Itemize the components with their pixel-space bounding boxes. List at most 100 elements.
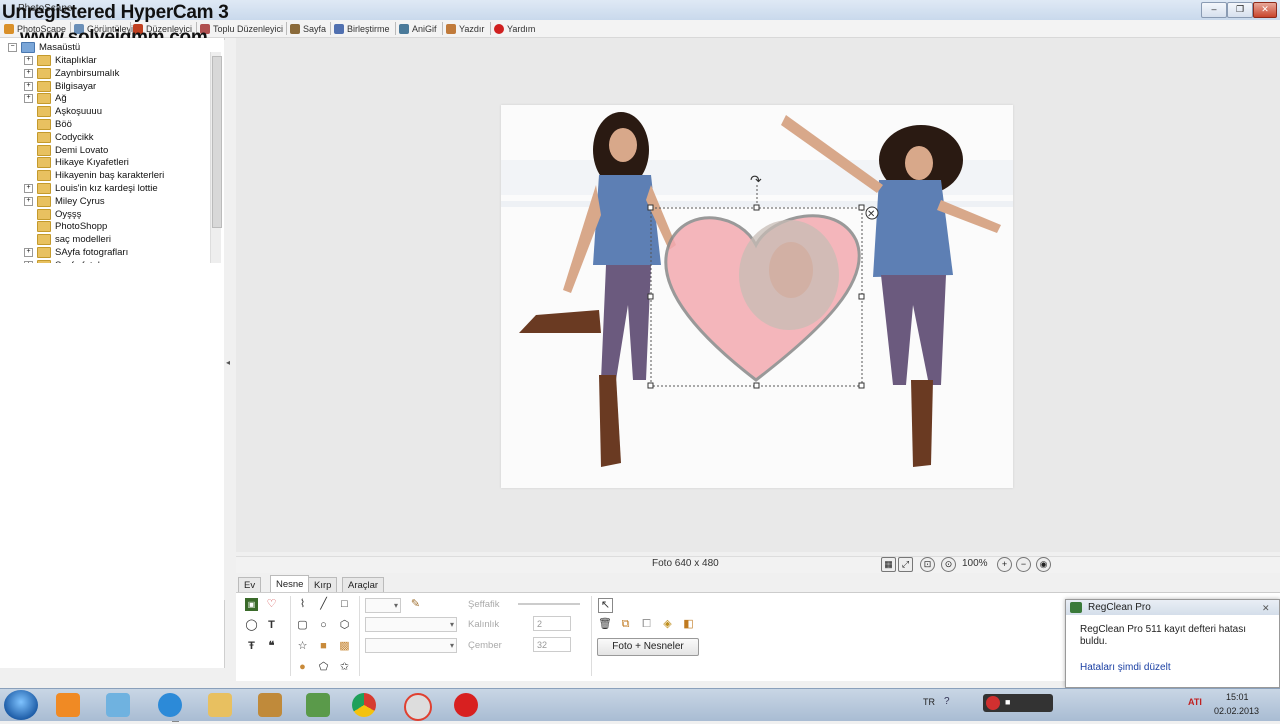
expand-icon[interactable]: + — [24, 81, 33, 91]
rounded-rectangle-icon[interactable]: ▢ — [296, 619, 309, 632]
pentagon-icon[interactable]: ⬠ — [317, 661, 330, 674]
expand-icon[interactable]: + — [24, 94, 33, 104]
tab-object[interactable]: Nesne — [270, 575, 310, 593]
zoom-in-icon[interactable]: + — [997, 557, 1012, 572]
fix-errors-link[interactable]: Hataları şimdi düzelt — [1080, 662, 1171, 673]
collapse-icon[interactable]: − — [8, 43, 17, 52]
menu-page[interactable]: Sayfa — [290, 22, 326, 35]
chrome-icon[interactable] — [352, 693, 376, 717]
tab-tools[interactable]: Araçlar — [342, 577, 385, 593]
zoom-out-icon[interactable]: − — [1016, 557, 1031, 572]
text-style-icon[interactable]: Ŧ — [245, 640, 258, 653]
window-switcher-icon[interactable] — [106, 693, 130, 717]
scrollbar-thumb[interactable] — [212, 56, 222, 228]
paint-icon[interactable] — [258, 693, 282, 717]
tab-home[interactable]: Ev — [238, 577, 262, 593]
filled-circle-icon[interactable]: ● — [296, 661, 309, 674]
speech-balloon-icon[interactable]: ◯ — [245, 619, 258, 632]
tree-item[interactable]: Aşkoşuuuu — [37, 105, 102, 118]
paste-icon[interactable]: ⧠ — [640, 618, 653, 631]
menu-print[interactable]: Yazdır — [446, 22, 484, 35]
tree-item[interactable]: + Miley Cyrus — [24, 195, 105, 208]
close-icon[interactable]: ✕ — [1262, 601, 1270, 616]
send-back-icon[interactable]: ◧ — [682, 618, 695, 631]
tree-item[interactable]: + Bilgisayar — [24, 80, 96, 93]
tray-help-icon[interactable]: ? — [944, 696, 950, 707]
insert-photo-icon[interactable]: ▣ — [245, 598, 258, 611]
start-button[interactable] — [4, 690, 38, 720]
line-icon[interactable]: ╱ — [317, 598, 330, 611]
tab-crop[interactable]: Kırp — [308, 577, 338, 593]
clock-time[interactable]: 15:01 — [1226, 692, 1249, 702]
photoscape-taskbar-icon[interactable] — [404, 693, 432, 721]
collapse-arrow-icon[interactable]: ◂ — [226, 358, 230, 367]
hypercam-icon[interactable] — [454, 693, 478, 717]
menu-anigif[interactable]: AniGif — [399, 22, 437, 35]
quote-icon[interactable]: ❝ — [265, 640, 278, 653]
expand-icon[interactable]: + — [24, 184, 33, 193]
tree-item[interactable]: Oyşşş — [37, 208, 81, 221]
rectangle-icon[interactable]: □ — [338, 598, 351, 611]
tree-item[interactable]: + Kitaplıklar — [24, 54, 97, 67]
close-button[interactable]: ✕ — [1253, 2, 1277, 18]
tree-item[interactable]: + SAyfa fotografları — [24, 246, 128, 259]
zoom-actual-icon[interactable]: ⊙ — [941, 557, 956, 572]
transparency-slider[interactable] — [518, 603, 580, 605]
media-player-icon[interactable] — [56, 693, 80, 717]
tree-item[interactable]: + Ağ — [24, 92, 67, 105]
hexagon-icon[interactable]: ⬡ — [338, 619, 351, 632]
file-explorer-icon[interactable] — [208, 693, 232, 717]
tree-item[interactable]: Hikaye Kıyafetleri — [37, 156, 129, 169]
tree-item[interactable]: + Sayfa fotoları — [24, 259, 111, 263]
color-picker-icon[interactable]: ✎ — [409, 598, 422, 611]
thickness-stepper[interactable]: 2 — [533, 616, 571, 631]
stop-icon[interactable]: ■ — [1005, 697, 1010, 707]
photo-objects-button[interactable]: Foto + Nesneler — [597, 638, 699, 656]
tree-item[interactable]: + Zaynbirsumalık — [24, 67, 119, 80]
bring-front-icon[interactable]: ◈ — [661, 618, 674, 631]
star-icon[interactable]: ☆ — [296, 640, 309, 653]
tree-item[interactable]: Demi Lovato — [37, 144, 108, 157]
tree-item[interactable]: Codycikk — [37, 131, 94, 144]
text-icon[interactable]: T — [265, 619, 278, 632]
language-indicator[interactable]: TR — [923, 697, 935, 707]
expand-icon[interactable]: + — [24, 248, 33, 257]
line-style-select[interactable]: ▾ — [365, 598, 401, 613]
maximize-button[interactable]: ❐ — [1227, 2, 1253, 18]
fullscreen-icon[interactable]: ◉ — [1036, 557, 1051, 572]
expand-icon[interactable]: + — [24, 260, 33, 263]
fill-color-select[interactable]: ▾ — [365, 638, 457, 653]
minimize-button[interactable]: – — [1201, 2, 1227, 18]
filled-rectangle-icon[interactable]: ■ — [317, 640, 330, 653]
tree-item[interactable]: Böö — [37, 118, 72, 131]
star-outline-icon[interactable]: ✩ — [338, 661, 351, 674]
fit-window-icon[interactable]: ⤢ — [898, 557, 913, 572]
expand-icon[interactable]: + — [24, 196, 33, 206]
tree-scrollbar[interactable] — [210, 52, 222, 263]
expand-icon[interactable]: + — [24, 56, 33, 65]
copy-icon[interactable]: ⧉ — [619, 618, 632, 631]
freehand-icon[interactable]: ⌇ — [296, 598, 309, 611]
transparency-grid-icon[interactable]: ▦ — [881, 557, 896, 572]
menu-help[interactable]: Yardım — [494, 22, 535, 35]
tree-item[interactable]: saç modelleri — [37, 233, 111, 246]
zoom-fit-icon[interactable]: ⊡ — [920, 557, 935, 572]
select-arrow-icon[interactable]: ↖ — [598, 598, 613, 613]
regclean-notification[interactable]: RegClean Pro ✕ RegClean Pro 511 kayıt de… — [1065, 599, 1280, 688]
menu-combine[interactable]: Birleştirme — [334, 22, 390, 35]
insert-sticker-icon[interactable]: ♡ — [265, 598, 278, 611]
tree-item[interactable]: Hikayenin baş karakterleri — [37, 169, 164, 182]
tree-item[interactable]: PhotoShopp — [37, 220, 107, 233]
ati-icon[interactable]: ATI — [1188, 697, 1202, 707]
filled-rounded-rectangle-icon[interactable]: ▩ — [338, 640, 351, 653]
network-icon[interactable] — [306, 693, 330, 717]
internet-explorer-icon[interactable] — [158, 693, 182, 717]
clock-date[interactable]: 02.02.2013 — [1214, 706, 1259, 716]
circle-stepper[interactable]: 32 — [533, 637, 571, 652]
record-pause-icon[interactable] — [986, 696, 1000, 710]
tree-item[interactable]: + Louis'in kız kardeşi lottie — [24, 182, 158, 195]
delete-icon[interactable]: 🗑 — [598, 618, 612, 631]
tree-item-root[interactable]: − Masaüstü — [8, 41, 80, 54]
circle-icon[interactable]: ○ — [317, 619, 330, 632]
panel-splitter[interactable]: ◂ — [224, 40, 234, 600]
